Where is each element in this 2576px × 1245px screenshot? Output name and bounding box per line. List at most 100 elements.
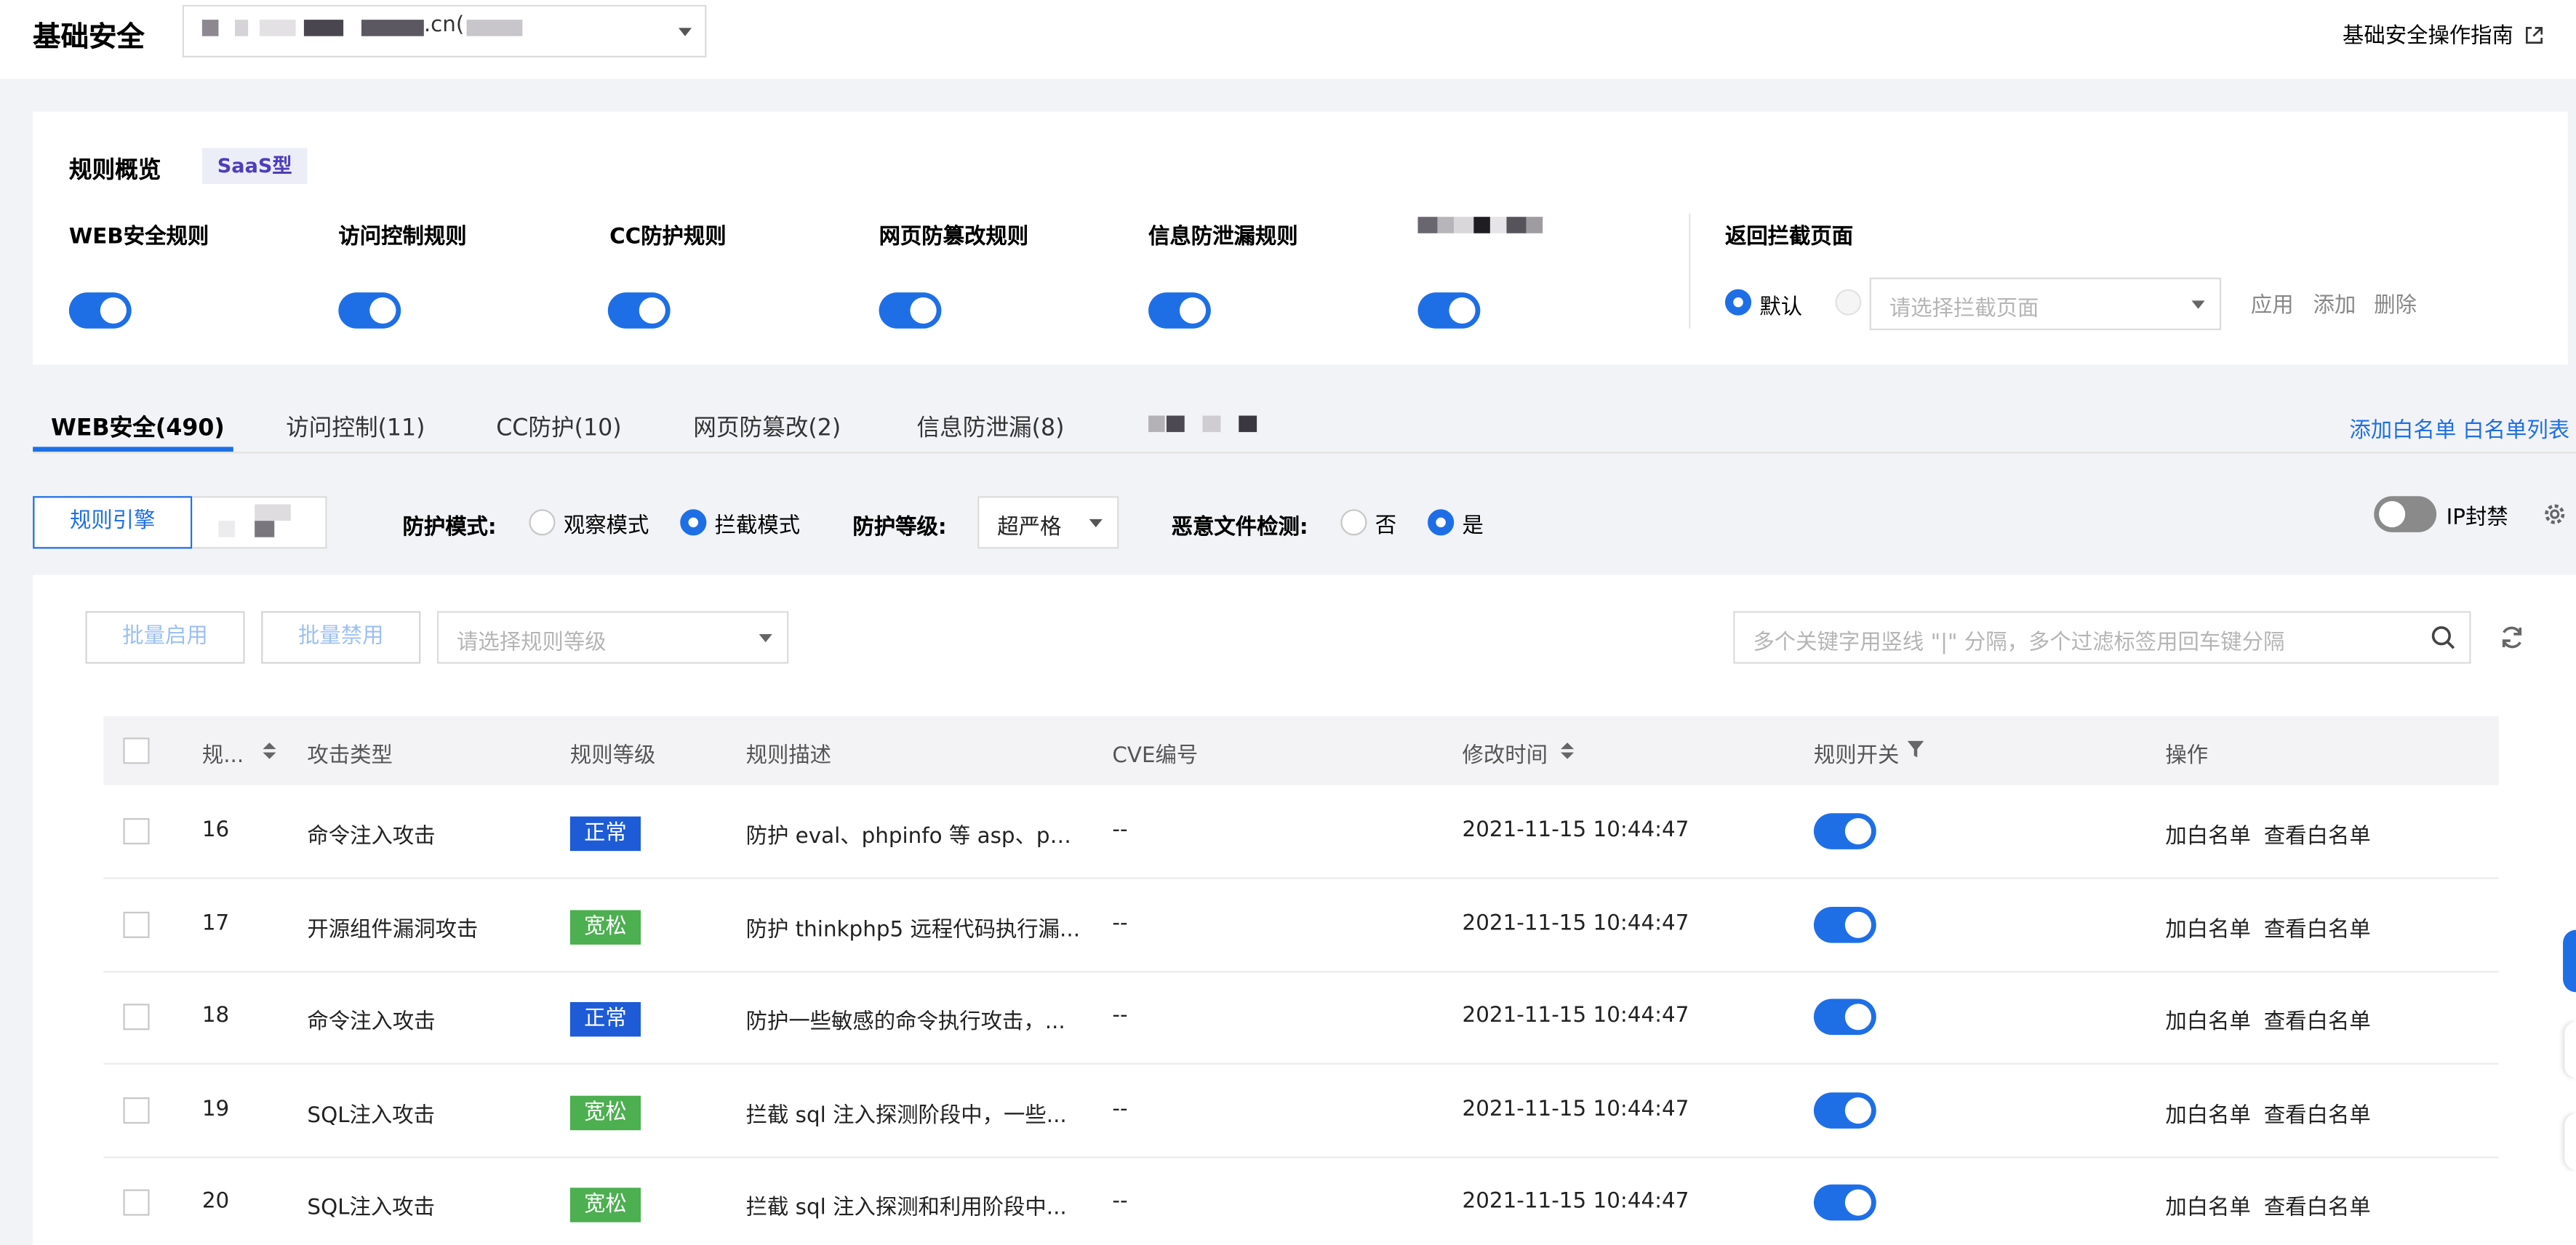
- row-checkbox[interactable]: [123, 911, 150, 938]
- rules-table-card: [33, 575, 2576, 1245]
- add-whitelist-link[interactable]: 添加白名单: [2349, 412, 2456, 444]
- toggle-tamper-rule[interactable]: [879, 292, 942, 329]
- batch-enable-button[interactable]: 批量启用: [85, 611, 245, 664]
- toggle-access-rule[interactable]: [338, 292, 401, 329]
- sort-icon[interactable]: [1561, 742, 1575, 759]
- radio-block-mode[interactable]: [680, 509, 707, 536]
- block-mode-label: 拦截模式: [714, 514, 801, 539]
- apply-button[interactable]: 应用: [2251, 287, 2294, 319]
- toggle-leak-rule[interactable]: [1148, 292, 1211, 329]
- floating-side-button[interactable]: [2564, 1113, 2576, 1170]
- rule-description: 防护 thinkphp5 远程代码执行漏...: [745, 918, 1081, 943]
- chevron-down-icon: [1089, 519, 1103, 528]
- rule-description: 拦截 sql 注入探测和利用阶段中...: [745, 1196, 1067, 1221]
- row-checkbox[interactable]: [123, 1097, 150, 1124]
- rule-label-access: 访问控制规则: [338, 225, 467, 250]
- row-checkbox[interactable]: [123, 817, 150, 845]
- rule-switch-toggle[interactable]: [1813, 998, 1876, 1036]
- add-whitelist-action[interactable]: 加白名单: [2165, 818, 2251, 849]
- ip-ban-toggle[interactable]: [2374, 496, 2437, 532]
- engine-segment-redacted[interactable]: [192, 496, 327, 549]
- add-whitelist-action[interactable]: 加白名单: [2165, 1190, 2251, 1221]
- toggle-knob: [1844, 1004, 1872, 1030]
- tab-cc-protection[interactable]: CC防护(10): [496, 411, 621, 444]
- add-whitelist-action[interactable]: 加白名单: [2165, 1004, 2251, 1035]
- add-whitelist-action[interactable]: 加白名单: [2165, 1097, 2251, 1129]
- whitelist-list-link[interactable]: 白名单列表: [2463, 412, 2569, 444]
- guide-link-label: 基础安全操作指南: [2342, 24, 2513, 49]
- search-input[interactable]: 多个关键字用竖线 "|" 分隔，多个过滤标签用回车键分隔: [1733, 611, 2471, 664]
- view-whitelist-action[interactable]: 查看白名单: [2264, 912, 2371, 943]
- tab-web-security[interactable]: WEB安全(490): [51, 411, 225, 444]
- sort-icon[interactable]: [263, 742, 276, 759]
- column-rule-switch[interactable]: 规则开关: [1814, 737, 1900, 769]
- rule-label-tamper: 网页防篡改规则: [879, 225, 1029, 250]
- view-whitelist-action[interactable]: 查看白名单: [2264, 1097, 2371, 1129]
- rule-level-placeholder: 请选择规则等级: [457, 630, 607, 656]
- radio-default-page[interactable]: [1724, 289, 1752, 316]
- redacted-mosaic: [1202, 415, 1221, 433]
- view-whitelist-action[interactable]: 查看白名单: [2264, 1190, 2371, 1221]
- cve-number: --: [1112, 1004, 1128, 1029]
- radio-custom-page[interactable]: [1835, 289, 1862, 316]
- cve-number: --: [1112, 817, 1128, 843]
- toggle-cc-rule[interactable]: [607, 292, 671, 329]
- search-icon[interactable]: [2430, 624, 2456, 650]
- toggle-extra-rule[interactable]: [1417, 292, 1481, 329]
- rule-engine-button[interactable]: 规则引擎: [33, 496, 193, 549]
- tab-leak-protection[interactable]: 信息防泄漏(8): [917, 411, 1065, 444]
- gear-icon[interactable]: [2542, 501, 2568, 527]
- block-page-select[interactable]: 请选择拦截页面: [1869, 277, 2222, 331]
- toggle-web-rule[interactable]: [68, 292, 132, 329]
- guide-link[interactable]: 基础安全操作指南: [2343, 18, 2543, 49]
- add-button[interactable]: 添加: [2313, 287, 2356, 319]
- rule-level-select[interactable]: 请选择规则等级: [436, 611, 789, 664]
- tab-access-control[interactable]: 访问控制(11): [286, 411, 425, 444]
- delete-button[interactable]: 删除: [2374, 287, 2417, 319]
- toggle-knob: [1844, 911, 1872, 938]
- level-badge: 宽松: [569, 910, 641, 945]
- attack-type: 命令注入攻击: [307, 1010, 436, 1036]
- rule-switch-toggle[interactable]: [1813, 906, 1876, 943]
- filter-icon[interactable]: [1907, 740, 1924, 758]
- row-checkbox[interactable]: [123, 1189, 150, 1216]
- view-whitelist-action[interactable]: 查看白名单: [2264, 1004, 2371, 1035]
- saas-badge: SaaS型: [201, 148, 308, 185]
- malware-yes-label: 是: [1462, 514, 1484, 539]
- chevron-down-icon: [678, 28, 692, 36]
- rule-switch-toggle[interactable]: [1813, 1092, 1876, 1129]
- modified-time: 2021-11-15 10:44:47: [1462, 1004, 1689, 1029]
- rule-id: 18: [201, 1004, 230, 1029]
- refresh-icon[interactable]: [2499, 624, 2525, 650]
- level-badge: 正常: [569, 1001, 641, 1037]
- chevron-down-icon: [2191, 300, 2205, 309]
- floating-side-button[interactable]: [2564, 1022, 2576, 1078]
- toggle-knob: [1844, 817, 1872, 845]
- batch-disable-button[interactable]: 批量禁用: [261, 611, 421, 664]
- external-link-icon: [2525, 27, 2543, 44]
- rule-switch-toggle[interactable]: [1813, 1184, 1876, 1221]
- column-description: 规则描述: [745, 744, 832, 769]
- radio-observe-mode[interactable]: [529, 509, 556, 536]
- column-rule-level: 规则等级: [569, 744, 656, 769]
- view-whitelist-action[interactable]: 查看白名单: [2264, 818, 2371, 849]
- malware-no-label: 否: [1375, 514, 1397, 539]
- modified-time: 2021-11-15 10:44:47: [1462, 1097, 1689, 1122]
- floating-help-button[interactable]: [2563, 929, 2576, 993]
- column-modified-time[interactable]: 修改时间: [1463, 737, 1548, 769]
- cve-number: --: [1112, 1189, 1128, 1214]
- radio-malware-yes[interactable]: [1428, 509, 1455, 536]
- tab-tamper-protection[interactable]: 网页防篡改(2): [693, 411, 841, 444]
- protection-level-select[interactable]: 超严格: [977, 496, 1119, 549]
- select-all-checkbox[interactable]: [123, 737, 150, 764]
- rule-id: 16: [201, 817, 230, 843]
- rule-switch-toggle[interactable]: [1813, 813, 1876, 849]
- column-rule-id[interactable]: 规...: [202, 737, 244, 769]
- redacted-mosaic: [259, 20, 296, 36]
- row-checkbox[interactable]: [123, 1004, 150, 1030]
- row-divider: [103, 1156, 2499, 1158]
- redacted-mosaic: [1473, 217, 1490, 233]
- add-whitelist-action[interactable]: 加白名单: [2165, 912, 2251, 943]
- table-header: [103, 716, 2499, 785]
- radio-malware-no[interactable]: [1340, 509, 1367, 536]
